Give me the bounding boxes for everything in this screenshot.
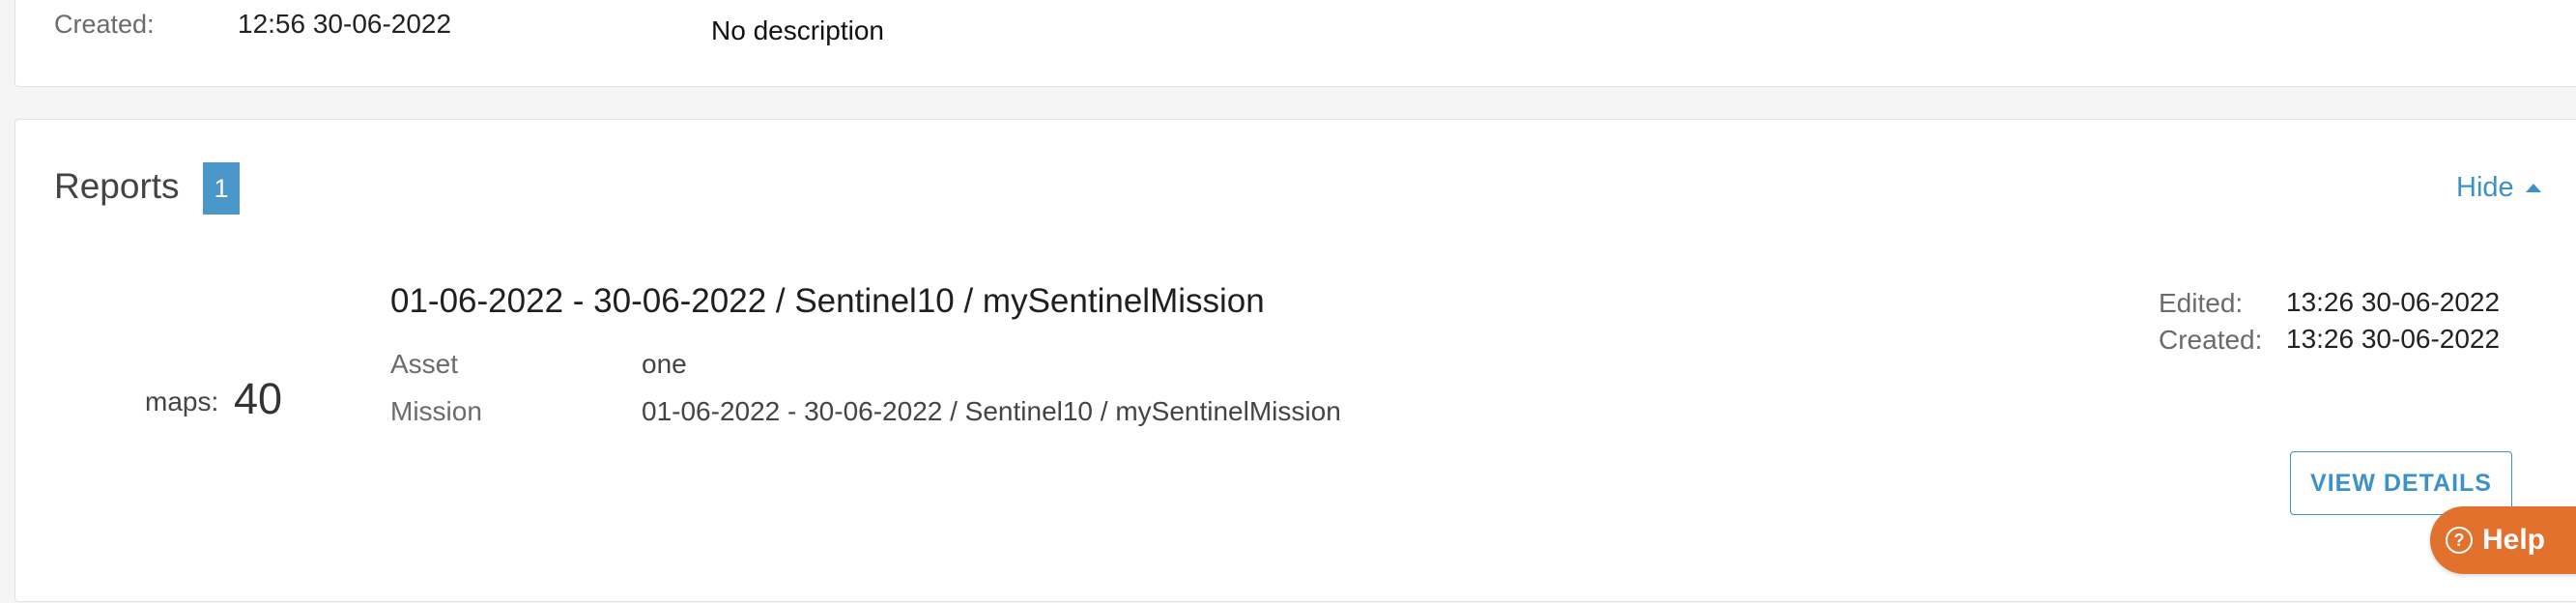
created-value: 12:56 30-06-2022: [238, 9, 452, 39]
caret-up-icon: [2525, 184, 2541, 192]
reports-count-badge: 1: [203, 162, 240, 215]
hide-reports-toggle[interactable]: Hide: [2456, 172, 2541, 204]
report-created-value: 13:26 30-06-2022: [2286, 324, 2501, 354]
help-label: Help: [2482, 524, 2546, 556]
asset-value: one: [642, 349, 687, 379]
reports-section-title: Reports: [54, 166, 180, 206]
asset-label: Asset: [390, 349, 459, 379]
description-text: No description: [711, 15, 884, 45]
hide-label: Hide: [2456, 172, 2514, 203]
maps-count-label: maps:: [145, 387, 219, 416]
help-button[interactable]: ? Help: [2430, 506, 2576, 574]
edited-label: Edited:: [2159, 288, 2244, 318]
report-created-label: Created:: [2159, 325, 2263, 355]
mission-label: Mission: [390, 396, 482, 426]
question-circle-icon: ?: [2446, 527, 2473, 554]
edited-value: 13:26 30-06-2022: [2286, 287, 2501, 317]
maps-count-value: 40: [234, 374, 283, 423]
created-label: Created:: [54, 10, 155, 39]
report-title: 01-06-2022 - 30-06-2022 / Sentinel10 / m…: [390, 282, 1265, 320]
mission-value: 01-06-2022 - 30-06-2022 / Sentinel10 / m…: [642, 396, 1341, 426]
